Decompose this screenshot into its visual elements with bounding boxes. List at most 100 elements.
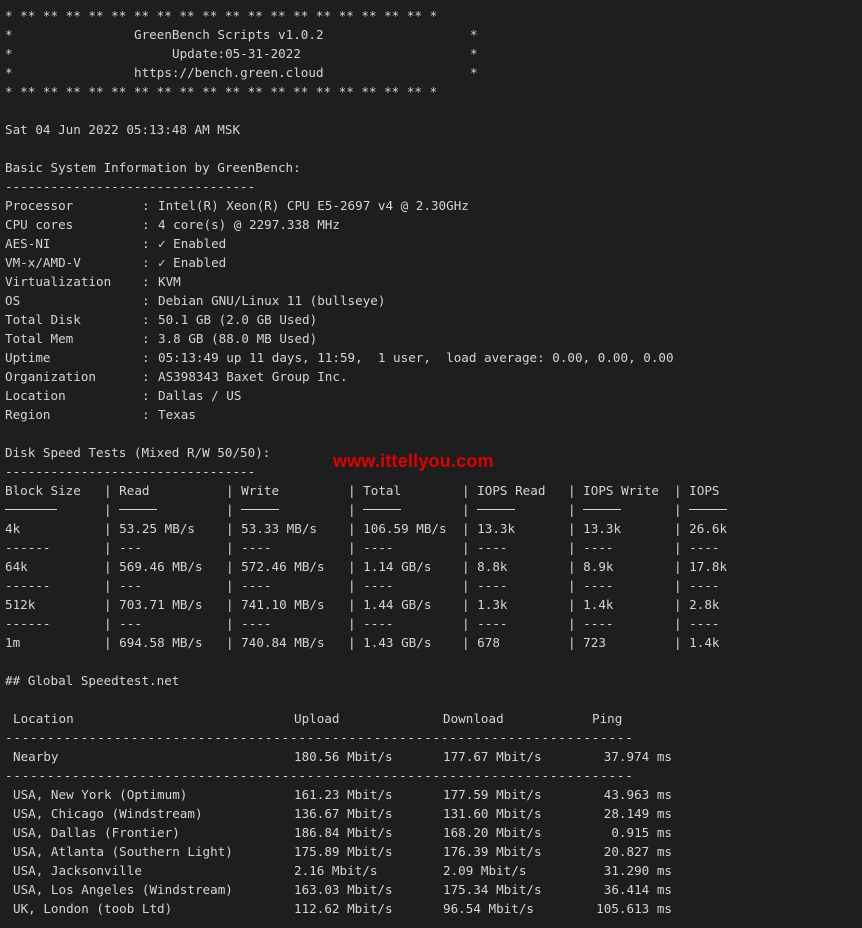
- sysinfo-colon: :: [142, 331, 158, 346]
- speedtest-rule: ----------------------------------------…: [5, 768, 634, 783]
- disk-separator-cell: | ----: [568, 578, 614, 593]
- cell-text: 694.58 MB/s: [119, 635, 203, 650]
- cell-text: 106.59 MB/s: [363, 521, 447, 536]
- cell-text: 1.43 GB/s: [363, 635, 432, 650]
- sysinfo-row: Total Disk: 50.1 GB (2.0 GB Used): [5, 310, 754, 329]
- disk-row: 4k | 53.25 MB/s | 53.33 MB/s | 106.59 MB/s |…: [5, 519, 754, 538]
- cell-text: 512k: [5, 597, 36, 612]
- disk-cell: | 678: [462, 635, 500, 650]
- disk-cell: 4k: [5, 519, 104, 538]
- cell-text: ---: [119, 540, 142, 555]
- sysinfo-row: Location: Dallas / US: [5, 386, 754, 405]
- disk-cell: | 1.43 GB/s: [348, 635, 432, 650]
- cell-text: 1.3k: [477, 597, 508, 612]
- disk-separator-cell: | ----: [674, 540, 720, 555]
- disk-separator-row: ------ | --- | ---- | ---- | ---- | ---- | ---…: [5, 576, 754, 595]
- disk-cell: | 694.58 MB/s: [104, 635, 203, 650]
- disk-header-cell: | Read: [104, 483, 150, 498]
- cell-text: ----: [363, 578, 394, 593]
- sysinfo-colon: :: [142, 312, 158, 327]
- underline-rule: [583, 509, 622, 510]
- disk-separator-row: ------ | --- | ---- | ---- | ---- | ---- | ---…: [5, 538, 754, 557]
- sysinfo-label: Total Disk: [5, 312, 81, 327]
- sysinfo-value: 3.8 GB (88.0 MB Used): [158, 331, 318, 346]
- disk-cell: 512k: [5, 595, 104, 614]
- cell-text: ----: [689, 616, 720, 631]
- disk-row: 512k | 703.71 MB/s | 741.10 MB/s | 1.44 GB/…: [5, 595, 754, 614]
- disk-cell: | 13.3k: [462, 521, 516, 536]
- underline-rule: [363, 509, 402, 510]
- disk-separator-row: ------ | --- | ---- | ---- | ---- | ---- | ---…: [5, 614, 754, 633]
- sysinfo-value: AS398343 Baxet Group Inc.: [158, 369, 348, 384]
- cell-text: ----: [241, 540, 272, 555]
- sysinfo-colon: :: [142, 407, 158, 422]
- cell-text: 53.25 MB/s: [119, 521, 195, 536]
- sysinfo-row: Region: Texas: [5, 405, 754, 424]
- header-underline: |: [568, 500, 674, 519]
- disk-separator-cell: | ----: [226, 540, 272, 555]
- ping-cell: 0.915 ms: [611, 825, 672, 840]
- cell-text: IOPS Write: [583, 483, 659, 498]
- disk-row: 1m | 694.58 MB/s | 740.84 MB/s | 1.43 GB/s |…: [5, 633, 754, 652]
- download-cell: 177.67 Mbit/s: [443, 749, 542, 764]
- sysinfo-value: 05:13:49 up 11 days, 11:59, 1 user, load…: [158, 350, 674, 365]
- sysinfo-colon: :: [142, 255, 158, 270]
- disk-header-cell: | Write: [226, 483, 280, 498]
- banner-title-line: * GreenBench Scripts v1.0.2 *: [5, 27, 478, 42]
- disk-cell: | 569.46 MB/s: [104, 559, 203, 574]
- underline-rule: [689, 509, 728, 510]
- sysinfo-value: Dallas / US: [158, 388, 242, 403]
- sysinfo-value: KVM: [158, 274, 181, 289]
- ping-cell: 43.963 ms: [603, 787, 672, 802]
- cell-text: Block Size: [5, 483, 81, 498]
- cell-text: ----: [583, 616, 614, 631]
- cell-text: 8.9k: [583, 559, 614, 574]
- banner-border-bottom: * ** ** ** ** ** ** ** ** ** ** ** ** **…: [5, 84, 438, 99]
- sysinfo-label: VM-x/AMD-V: [5, 255, 81, 270]
- disk-cell: | 8.9k: [568, 559, 614, 574]
- speedtest-header-cell: Download: [443, 711, 504, 726]
- cell-text: ------: [5, 578, 51, 593]
- sysinfo-rule: ---------------------------------: [5, 179, 256, 194]
- sysinfo-row: OS: Debian GNU/Linux 11 (bullseye): [5, 291, 754, 310]
- upload-cell: 175.89 Mbit/s: [294, 844, 393, 859]
- underline-rule: [119, 509, 158, 510]
- disk-cell: | 2.8k: [674, 597, 720, 612]
- banner-border-top: * ** ** ** ** ** ** ** ** ** ** ** ** **…: [5, 8, 438, 23]
- cell-text: 64k: [5, 559, 28, 574]
- banner-update: Update:05-31-2022: [172, 46, 301, 61]
- banner-url: https://bench.green.cloud: [134, 65, 324, 80]
- upload-cell: 136.67 Mbit/s: [294, 806, 393, 821]
- cell-text: ----: [241, 616, 272, 631]
- sysinfo-colon: :: [142, 369, 158, 384]
- disk-separator-cell: | ----: [568, 540, 614, 555]
- speedtest-header-cell: Ping: [592, 711, 623, 726]
- speedtest-table: Location Upload Download Ping --------------…: [5, 709, 754, 918]
- disk-separator-cell: | ----: [462, 540, 508, 555]
- sysinfo-label: OS: [5, 293, 21, 308]
- ping-cell: 28.149 ms: [603, 806, 672, 821]
- cell-text: ----: [477, 578, 508, 593]
- disk-cell: | 8.8k: [462, 559, 508, 574]
- cell-text: Write: [241, 483, 280, 498]
- disk-cell: | 723: [568, 635, 606, 650]
- cell-text: 53.33 MB/s: [241, 521, 317, 536]
- cell-text: 4k: [5, 521, 21, 536]
- disk-header-cell: | Total: [348, 483, 402, 498]
- cell-text: ---: [119, 578, 142, 593]
- sysinfo-colon: :: [142, 293, 158, 308]
- disk-row: 64k | 569.46 MB/s | 572.46 MB/s | 1.14 GB/s…: [5, 557, 754, 576]
- speedtest-nearby-row: Nearby 180.56 Mbit/s 177.67 Mbit/s 37.974 m…: [5, 747, 754, 766]
- ping-cell: 31.290 ms: [603, 863, 672, 878]
- location-cell: USA, Dallas (Frontier): [13, 825, 180, 840]
- location-cell: UK, London (toob Ltd): [13, 901, 173, 916]
- disk-cell: | 1.44 GB/s: [348, 597, 432, 612]
- disk-separator-cell: ------: [5, 614, 104, 633]
- disk-cell: | 53.33 MB/s: [226, 521, 317, 536]
- cell-text: ----: [477, 540, 508, 555]
- location-cell: USA, Atlanta (Southern Light): [13, 844, 233, 859]
- sysinfo-label: Virtualization: [5, 274, 112, 289]
- cell-text: ---: [119, 616, 142, 631]
- disk-separator-cell: | ----: [348, 578, 394, 593]
- cell-text: 678: [477, 635, 500, 650]
